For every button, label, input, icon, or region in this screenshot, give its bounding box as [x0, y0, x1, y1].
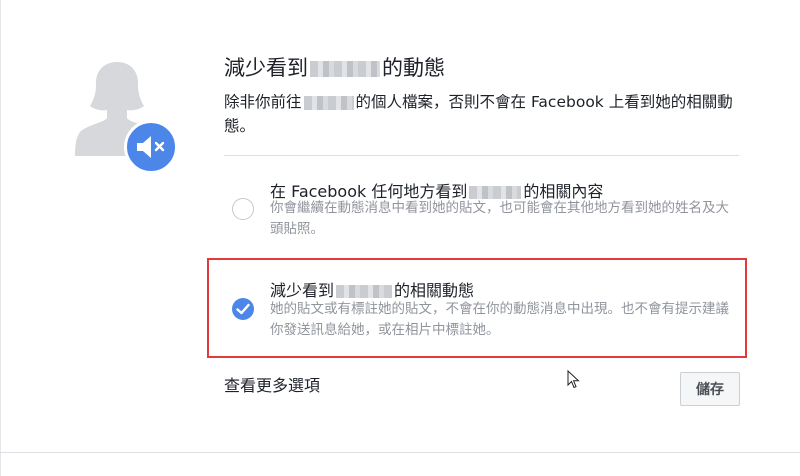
divider: [224, 155, 739, 156]
page-edge: [0, 0, 1, 476]
speaker-mute-icon: [137, 136, 165, 158]
save-button[interactable]: 儲存: [680, 372, 740, 406]
redacted-name: [310, 61, 380, 77]
see-more-options-link[interactable]: 查看更多選項: [224, 372, 320, 396]
desc-prefix: 除非你前往: [224, 93, 302, 111]
radio-unselected[interactable]: [232, 198, 254, 220]
dialog-description: 除非你前往 的個人檔案，否則不會在 Facebook 上看到她的相關動態。: [224, 90, 744, 138]
title-suffix: 的動態: [382, 56, 445, 80]
highlight-annotation: [207, 258, 747, 358]
redacted-name: [303, 95, 354, 110]
dialog-bottom-border: [0, 452, 800, 453]
mouse-pointer-icon: [567, 370, 580, 389]
dialog-title: 減少看到 的動態: [224, 52, 445, 82]
option-description: 你會繼續在動態消息中看到她的貼文，也可能會在其他地方看到她的姓名及大頭貼照。: [270, 200, 729, 237]
profile-avatar: [72, 58, 180, 174]
mute-badge: [124, 120, 178, 174]
title-prefix: 減少看到: [224, 56, 308, 80]
